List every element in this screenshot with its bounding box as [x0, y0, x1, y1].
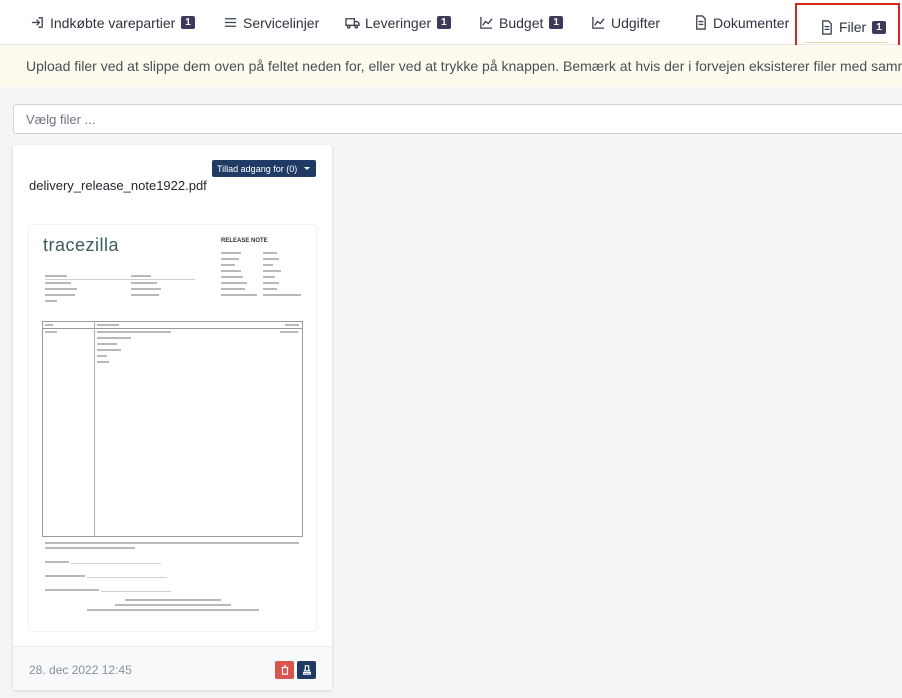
access-dropdown-button[interactable]: Tillad adgang for (0)	[212, 160, 316, 177]
tab-label: Servicelinjer	[243, 14, 320, 31]
tab-badge: 1	[872, 20, 886, 34]
tab-filer[interactable]: Filer 1	[795, 3, 900, 51]
tab-badge: 1	[437, 16, 451, 29]
tab-bar: Indkøbte varepartier 1 Servicelinjer Lev…	[0, 0, 902, 51]
tab-dokumenter[interactable]: Dokumenter	[693, 0, 789, 45]
stamp-button[interactable]	[297, 661, 316, 679]
document-icon	[696, 15, 706, 30]
chart-line-icon	[592, 16, 605, 29]
upload-date: 28. dec 2022 12:45	[29, 663, 132, 677]
tab-label: Dokumenter	[713, 14, 790, 31]
access-button-label: Tillad adgang for (0)	[217, 163, 298, 174]
preview-logo: tracezilla	[43, 235, 120, 255]
truck-icon	[345, 18, 360, 29]
file-card: Tillad adgang for (0) delivery_release_n…	[13, 145, 332, 690]
pdf-preview[interactable]: tracezilla RELEASE NOTE	[29, 225, 316, 631]
tab-label: Leveringer	[365, 14, 432, 31]
tab-label: Filer	[839, 19, 867, 35]
tab-udgifter[interactable]: Udgifter	[591, 0, 660, 45]
upload-notice: Upload filer ved at slippe dem oven på f…	[0, 45, 902, 87]
tab-servicelinjer[interactable]: Servicelinjer	[223, 0, 319, 45]
delete-button[interactable]	[275, 661, 294, 679]
file-name[interactable]: delivery_release_note1922.pdf	[29, 178, 207, 193]
tab-label: Indkøbte varepartier	[50, 14, 176, 31]
trash-icon	[281, 665, 288, 675]
tab-label: Udgifter	[611, 14, 661, 31]
preview-heading: RELEASE NOTE	[221, 238, 268, 244]
chart-line-icon	[480, 16, 493, 29]
tab-badge: 1	[549, 16, 563, 29]
tab-indkobte-varepartier[interactable]: Indkøbte varepartier 1	[30, 0, 195, 45]
login-icon	[31, 17, 43, 28]
list-icon	[224, 18, 237, 27]
document-icon	[822, 19, 832, 35]
file-select-input[interactable]: Vælg filer ...	[13, 104, 902, 134]
tab-label: Budget	[499, 14, 544, 31]
file-card-footer: 28. dec 2022 12:45	[13, 646, 332, 690]
stamp-icon	[302, 665, 311, 675]
tab-leveringer[interactable]: Leveringer 1	[345, 0, 451, 45]
tab-badge: 1	[181, 16, 195, 29]
caret-down-icon	[304, 167, 310, 170]
tab-budget[interactable]: Budget 1	[479, 0, 563, 45]
